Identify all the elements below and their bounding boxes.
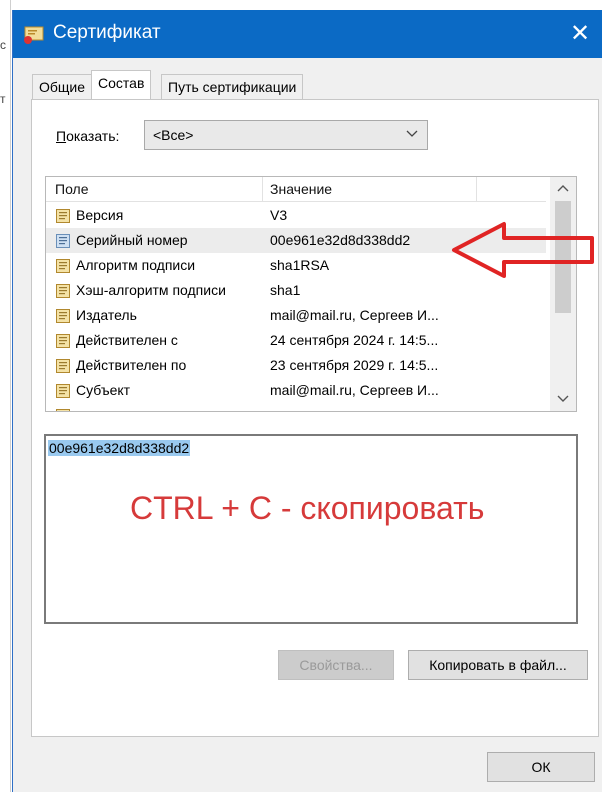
field-value: V3 (270, 207, 288, 223)
title-bar: Сертификат ✕ (13, 10, 602, 58)
field-name: Алгоритм подписи (76, 257, 196, 273)
field-value: sha1RSA (270, 257, 330, 273)
column-header-value[interactable]: Значение (270, 181, 332, 197)
copy-to-file-button[interactable]: Копировать в файл... (408, 650, 588, 680)
field-value: sha1 (270, 282, 301, 298)
list-header: Поле Значение (46, 177, 546, 202)
selected-serial-text[interactable]: 00e961e32d8d338dd2 (48, 440, 191, 456)
field-value-textbox[interactable]: 00e961e32d8d338dd2 (44, 434, 578, 624)
field-name: Версия (76, 207, 124, 223)
fields-list[interactable]: Поле Значение Версия V3 Серийный номер 0… (45, 176, 577, 412)
show-filter-value: <Все> (153, 127, 194, 143)
show-label: Показать: (56, 128, 119, 144)
field-name: Субъект (76, 382, 131, 398)
field-name: Действителен по (76, 357, 187, 373)
edge-text-fragment: т (0, 92, 6, 106)
list-item[interactable]: Действителен с 24 сентября 2024 г. 14:5.… (46, 328, 546, 353)
field-icon (55, 383, 71, 399)
tab-details[interactable]: Состав (91, 70, 152, 99)
tab-certification-path[interactable]: Путь сертификации (161, 74, 304, 99)
list-item-partial[interactable] (46, 403, 546, 411)
field-icon (55, 358, 71, 374)
field-icon (55, 333, 71, 349)
field-name: Серийный номер (76, 232, 188, 248)
chevron-down-icon[interactable] (556, 391, 570, 405)
chevron-down-icon (405, 126, 419, 140)
edge-text-fragment: с (0, 38, 6, 52)
field-value: 24 сентября 2024 г. 14:5... (270, 332, 439, 348)
field-icon (55, 233, 71, 249)
field-icon (55, 283, 71, 299)
background-window-edge: с т (0, 0, 11, 792)
red-arrow-annotation (452, 222, 594, 278)
field-icon (55, 208, 71, 224)
window-title: Сертификат (53, 22, 161, 43)
show-label-text: оказать: (66, 128, 120, 144)
field-value: 23 сентября 2029 г. 14:5... (270, 357, 439, 373)
ok-button[interactable]: ОК (487, 752, 595, 782)
column-divider[interactable] (262, 177, 263, 201)
tab-general[interactable]: Общие (32, 74, 93, 99)
column-header-field[interactable]: Поле (55, 181, 89, 197)
field-icon (55, 408, 71, 411)
list-item[interactable]: Субъект mail@mail.ru, Сергеев И... (46, 378, 546, 403)
column-divider[interactable] (476, 177, 477, 201)
properties-button[interactable]: Свойства... (278, 650, 394, 680)
show-filter-select[interactable]: <Все> (144, 120, 428, 150)
field-value: mail@mail.ru, Сергеев И... (270, 382, 439, 398)
details-panel: Показать: <Все> Поле Значение Версия V3 … (31, 99, 599, 737)
certificate-dialog: Сертификат ✕ Общие Состав Путь сертифика… (12, 10, 602, 792)
field-icon (55, 308, 71, 324)
close-button[interactable]: ✕ (557, 10, 602, 58)
list-item[interactable]: Издатель mail@mail.ru, Сергеев И... (46, 303, 546, 328)
certificate-icon (23, 26, 45, 44)
field-name: Действителен с (76, 332, 178, 348)
field-value: 00e961e32d8d338dd2 (270, 232, 411, 248)
close-icon: ✕ (569, 20, 591, 47)
copy-hint-annotation: CTRL + C - скопировать (130, 490, 485, 526)
field-value: mail@mail.ru, Сергеев И... (270, 307, 439, 323)
field-name: Издатель (76, 307, 137, 323)
vertical-scrollbar[interactable] (550, 177, 576, 411)
field-icon (55, 258, 71, 274)
chevron-up-icon[interactable] (556, 182, 570, 196)
show-label-accesskey: П (56, 128, 67, 144)
list-item[interactable]: Действителен по 23 сентября 2029 г. 14:5… (46, 353, 546, 378)
field-name: Хэш-алгоритм подписи (76, 282, 226, 298)
